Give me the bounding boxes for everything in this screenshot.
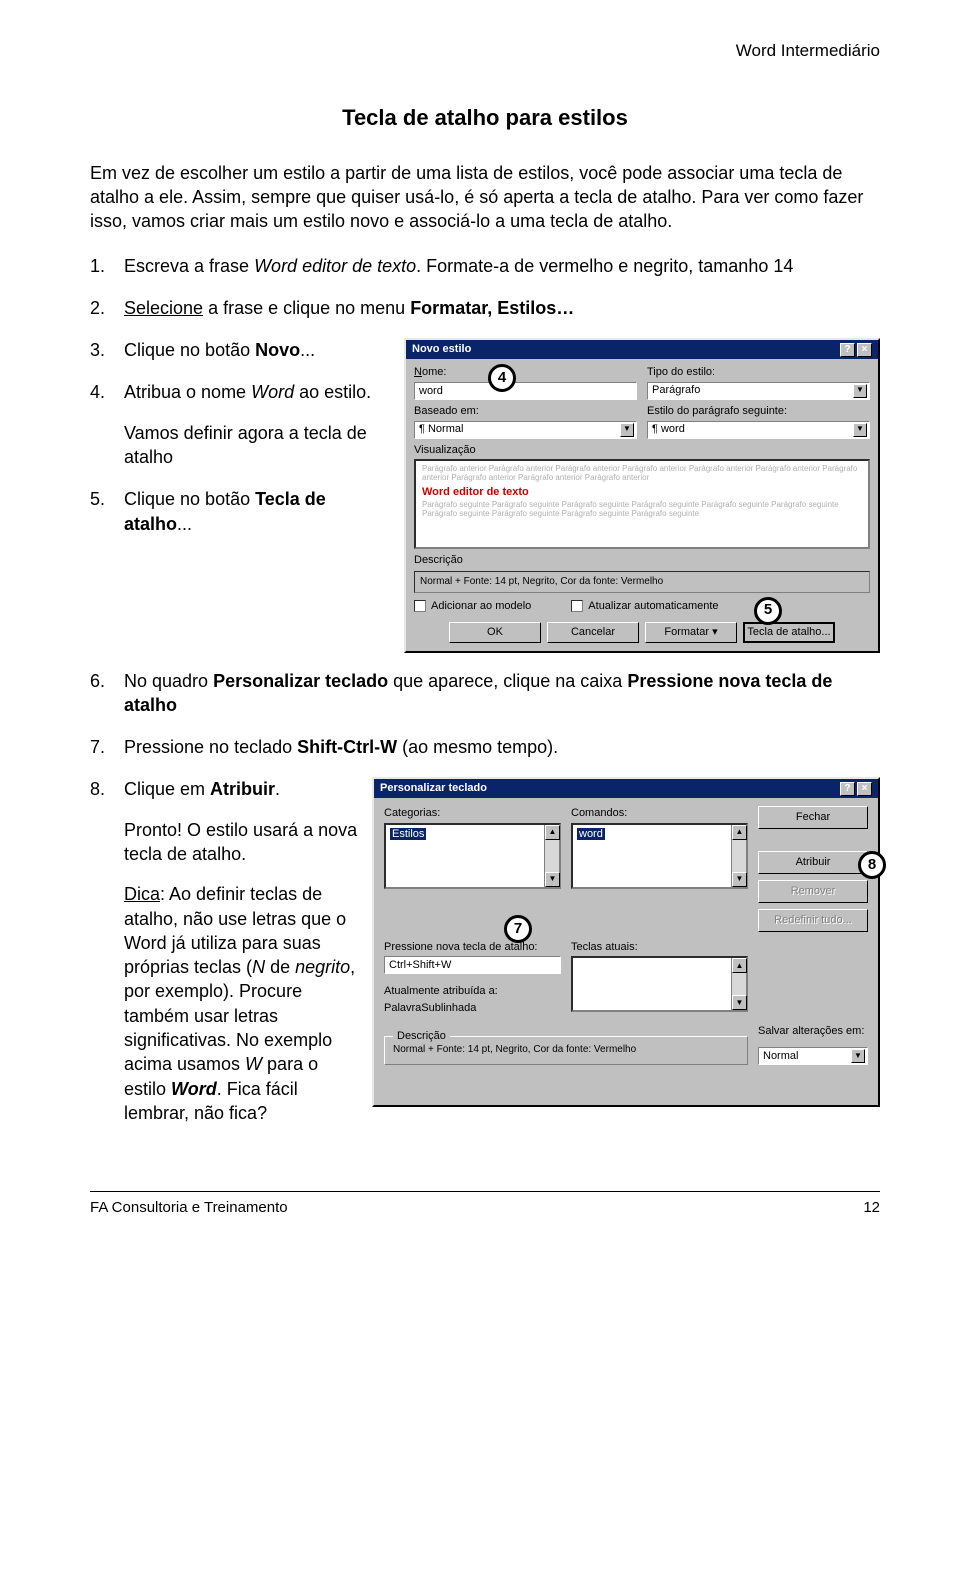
- step-7: 7. Pressione no teclado Shift-Ctrl-W (ao…: [90, 735, 880, 759]
- scrollbar[interactable]: ▲ ▼: [731, 958, 746, 1010]
- step-number: 4.: [90, 380, 124, 469]
- step-number: 2.: [90, 296, 124, 320]
- label-tipo: Tipo do estilo:: [647, 365, 870, 380]
- label-atribuida: Atualmente atribuída a:: [384, 984, 561, 999]
- categorias-listbox[interactable]: Estilos ▲ ▼: [384, 823, 561, 889]
- step-number: 3.: [90, 338, 124, 362]
- formatar-button[interactable]: Formatar ▾: [645, 622, 737, 643]
- step-8: 8. Clique em Atribuir. Pronto! O estilo …: [90, 777, 360, 1125]
- footer-left: FA Consultoria e Treinamento: [90, 1198, 288, 1218]
- salvar-combo[interactable]: Normal: [758, 1047, 868, 1065]
- step-number: 7.: [90, 735, 124, 759]
- checkbox-atualizar[interactable]: Atualizar automaticamente: [571, 599, 718, 614]
- atribuida-value: PalavraSublinhada: [384, 1001, 561, 1016]
- descricao-text: Normal + Fonte: 14 pt, Negrito, Cor da f…: [414, 571, 870, 593]
- callout-5: 5: [754, 597, 782, 625]
- step-text: Clique no botão Tecla de atalho...: [124, 487, 392, 536]
- step-1: 1. Escreva a frase Word editor de texto.…: [90, 254, 880, 278]
- scrollbar[interactable]: ▲ ▼: [544, 825, 559, 887]
- chevron-down-icon[interactable]: [620, 423, 634, 437]
- close-icon[interactable]: ×: [857, 343, 872, 357]
- chevron-down-icon[interactable]: ▼: [732, 995, 747, 1010]
- step-text: Atribua o nome Word ao estilo. Vamos def…: [124, 380, 392, 469]
- chevron-up-icon[interactable]: ▲: [545, 825, 560, 840]
- step-4: 4. Atribua o nome Word ao estilo. Vamos …: [90, 380, 392, 469]
- step-number: 5.: [90, 487, 124, 536]
- help-button[interactable]: ?: [840, 343, 855, 357]
- seguinte-combo[interactable]: ¶ word: [647, 421, 870, 439]
- label-visualizacao: Visualização: [414, 443, 870, 458]
- nova-tecla-input[interactable]: Ctrl+Shift+W: [384, 956, 561, 974]
- step-3: 3. Clique no botão Novo...: [90, 338, 392, 362]
- intro-paragraph: Em vez de escolher um estilo a partir de…: [90, 161, 880, 234]
- chevron-down-icon[interactable]: [853, 423, 867, 437]
- step-number: 8.: [90, 777, 124, 1125]
- step-text: Selecione a frase e clique no menu Forma…: [124, 296, 880, 320]
- step-text: Escreva a frase Word editor de texto. Fo…: [124, 254, 880, 278]
- doc-header: Word Intermediário: [90, 40, 880, 63]
- chevron-down-icon[interactable]: [853, 384, 867, 398]
- fechar-button[interactable]: Fechar: [758, 806, 868, 829]
- ok-button[interactable]: OK: [449, 622, 541, 643]
- chevron-up-icon[interactable]: ▲: [732, 825, 747, 840]
- checkbox-adicionar[interactable]: Adicionar ao modelo: [414, 599, 531, 614]
- cancelar-button[interactable]: Cancelar: [547, 622, 639, 643]
- step-text: Clique no botão Novo...: [124, 338, 392, 362]
- dialog-titlebar[interactable]: Novo estilo ? ×: [406, 340, 878, 359]
- tip-text: Dica: Ao definir teclas de atalho, não u…: [124, 882, 360, 1125]
- label-categorias: Categorias:: [384, 806, 561, 821]
- redefinir-button: Redefinir tudo...: [758, 909, 868, 932]
- descricao-fieldset: Descrição Normal + Fonte: 14 pt, Negrito…: [384, 1036, 748, 1066]
- baseado-combo[interactable]: ¶ Normal: [414, 421, 637, 439]
- page-footer: FA Consultoria e Treinamento 12: [90, 1191, 880, 1218]
- step-text: No quadro Personalizar teclado que apare…: [124, 669, 880, 718]
- step-number: 1.: [90, 254, 124, 278]
- dialog-title-text: Personalizar teclado: [380, 781, 487, 796]
- tipo-combo[interactable]: Parágrafo: [647, 382, 870, 400]
- step-2: 2. Selecione a frase e clique no menu Fo…: [90, 296, 880, 320]
- label-nova-tecla: Pressione nova tecla de atalho:: [384, 940, 561, 955]
- label-seguinte: Estilo do parágrafo seguinte:: [647, 404, 870, 419]
- label-teclas-atuais: Teclas atuais:: [571, 940, 748, 955]
- tecla-atalho-button[interactable]: Tecla de atalho...: [743, 622, 835, 643]
- footer-page-number: 12: [863, 1198, 880, 1218]
- dialog-title-text: Novo estilo: [412, 342, 471, 357]
- label-nome: NNome:ome:: [414, 365, 637, 380]
- remover-button: Remover: [758, 880, 868, 903]
- help-button[interactable]: ?: [840, 782, 855, 796]
- chevron-up-icon[interactable]: ▲: [732, 958, 747, 973]
- label-salvar: Salvar alterações em:: [758, 1024, 868, 1039]
- label-descricao: Descrição: [414, 553, 870, 568]
- step-text: Pressione no teclado Shift-Ctrl-W (ao me…: [124, 735, 880, 759]
- teclas-atuais-listbox[interactable]: ▲ ▼: [571, 956, 748, 1012]
- nome-input[interactable]: word: [414, 382, 637, 400]
- step-5: 5. Clique no botão Tecla de atalho...: [90, 487, 392, 536]
- chevron-down-icon[interactable]: ▼: [732, 872, 747, 887]
- dialog-personalizar-teclado: Personalizar teclado ? × Categorias: Est…: [372, 777, 880, 1107]
- comandos-listbox[interactable]: word ▲ ▼: [571, 823, 748, 889]
- checkbox-icon[interactable]: [571, 600, 583, 612]
- chevron-down-icon[interactable]: ▼: [545, 872, 560, 887]
- page-title: Tecla de atalho para estilos: [90, 103, 880, 133]
- callout-4: 4: [488, 364, 516, 392]
- label-comandos: Comandos:: [571, 806, 748, 821]
- preview-area: Parágrafo anterior Parágrafo anterior Pa…: [414, 459, 870, 549]
- callout-8: 8: [858, 851, 886, 879]
- step-number: 6.: [90, 669, 124, 718]
- dialog-novo-estilo: Novo estilo ? × NNome:ome: word Tipo do …: [404, 338, 880, 652]
- scrollbar[interactable]: ▲ ▼: [731, 825, 746, 887]
- step-6: 6. No quadro Personalizar teclado que ap…: [90, 669, 880, 718]
- chevron-down-icon[interactable]: [851, 1049, 865, 1063]
- atribuir-button[interactable]: Atribuir: [758, 851, 868, 874]
- dialog-titlebar[interactable]: Personalizar teclado ? ×: [374, 779, 878, 798]
- checkbox-icon[interactable]: [414, 600, 426, 612]
- step-text: Clique em Atribuir. Pronto! O estilo usa…: [124, 777, 360, 1125]
- close-icon[interactable]: ×: [857, 782, 872, 796]
- label-baseado: Baseado em:: [414, 404, 637, 419]
